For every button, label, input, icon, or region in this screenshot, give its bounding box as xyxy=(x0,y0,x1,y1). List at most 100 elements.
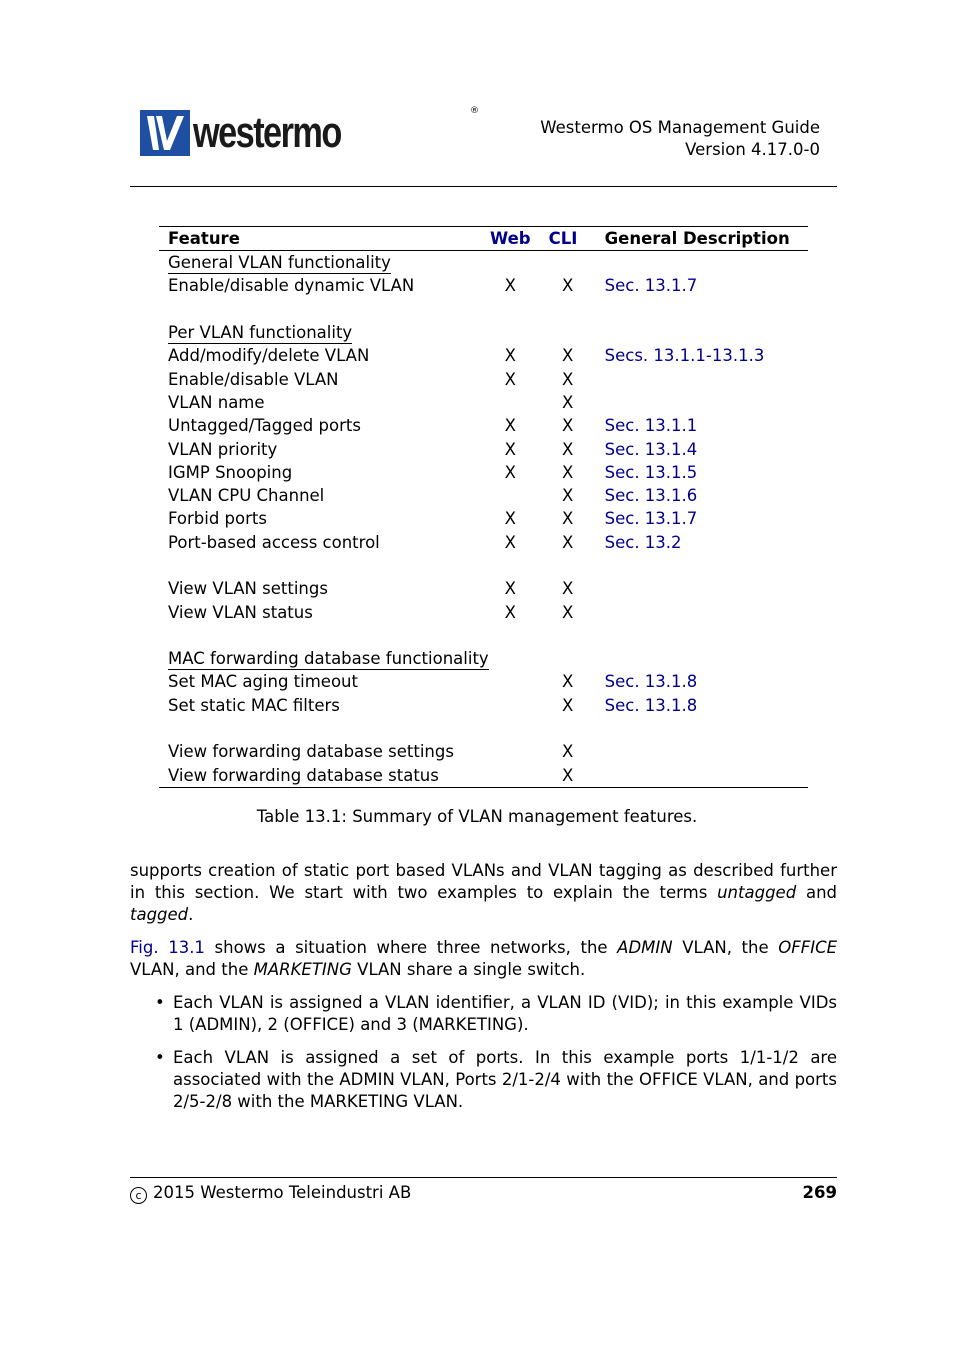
table-row: View forwarding database status X xyxy=(159,763,808,788)
table-header-row: Feature Web CLI General Description xyxy=(159,226,808,251)
cli-cell: X xyxy=(561,695,574,715)
spacer-cell xyxy=(159,624,808,647)
footer-rule xyxy=(130,1177,837,1178)
column-header-feature: Feature xyxy=(159,226,481,251)
footer-copyright: c 2015 Westermo Teleindustri AB xyxy=(130,1183,411,1204)
column-header-cli: CLI xyxy=(539,226,596,251)
description-link[interactable]: Sec. 13.1.7 xyxy=(596,507,808,530)
paragraph-intro: supports creation of static port based V… xyxy=(130,861,837,924)
table-body: General VLAN functionality Enable/disable… xyxy=(159,251,808,788)
cli-cell: X xyxy=(539,763,596,788)
description-link[interactable]: Sec. 13.1.8 xyxy=(596,694,808,717)
section-heading-text: MAC forwarding database functionality xyxy=(168,649,489,671)
westermo-logo: westermo ® xyxy=(140,106,479,156)
description-link[interactable]: Sec. 13.1.5 xyxy=(596,461,808,484)
feature-cell: Enable/disable dynamic VLAN xyxy=(168,276,415,296)
table-row: Set static MAC filters X Sec. 13.1.8 xyxy=(159,694,808,717)
web-cell: X xyxy=(504,602,516,622)
table-row: Set MAC aging timeout X Sec. 13.1.8 xyxy=(159,670,808,693)
description-link[interactable]: Sec. 13.1.1 xyxy=(596,414,808,437)
table-row: Forbid ports X X Sec. 13.1.7 xyxy=(159,507,808,530)
table-row: View VLAN settings X X xyxy=(159,577,808,600)
cli-cell: X xyxy=(561,532,574,552)
section-heading-text: Per VLAN functionality xyxy=(168,323,353,345)
column-header-description: General Description xyxy=(595,226,808,251)
table-row: IGMP Snooping X X Sec. 13.1.5 xyxy=(159,461,808,484)
web-cell: X xyxy=(504,462,516,482)
cli-cell: X xyxy=(561,742,574,762)
spacer-cell xyxy=(159,554,808,577)
cli-cell: X xyxy=(561,509,574,529)
cli-cell: X xyxy=(561,439,574,459)
description-link[interactable]: Sec. 13.2 xyxy=(596,531,808,554)
guide-title: Westermo OS Management Guide xyxy=(540,118,820,137)
guide-version: Version 4.17.0-0 xyxy=(685,140,820,159)
feature-cell: IGMP Snooping xyxy=(168,462,293,482)
description-link[interactable]: Sec. 13.1.7 xyxy=(596,274,808,297)
web-cell: X xyxy=(504,509,516,529)
body-text: supports creation of static port based V… xyxy=(130,860,837,1124)
table-spacer-row xyxy=(159,624,808,647)
table-row: Enable/disable VLAN X X xyxy=(159,367,808,390)
feature-cell: Set static MAC filters xyxy=(168,695,340,715)
web-cell: X xyxy=(504,346,516,366)
description-link[interactable]: Sec. 13.1.4 xyxy=(596,437,808,460)
table-row: Untagged/Tagged ports X X Sec. 13.1.1 xyxy=(159,414,808,437)
table-section-row: General VLAN functionality xyxy=(159,251,808,275)
logo-registered-mark: ® xyxy=(470,106,479,116)
cli-cell: X xyxy=(561,672,574,692)
feature-cell: View VLAN status xyxy=(168,602,313,622)
feature-cell: Untagged/Tagged ports xyxy=(168,416,361,436)
feature-cell: View forwarding database settings xyxy=(168,742,454,762)
web-cell xyxy=(481,763,540,788)
feature-cell: VLAN CPU Channel xyxy=(168,486,325,506)
spacer-cell xyxy=(159,717,808,740)
feature-cell: View forwarding database status xyxy=(159,763,481,788)
cli-cell: X xyxy=(561,392,574,412)
section-heading: MAC forwarding database functionality xyxy=(159,647,808,671)
figure-link[interactable]: Fig. 13.1 xyxy=(130,938,205,957)
description-link xyxy=(596,577,808,600)
table-caption: Table 13.1: Summary of VLAN management f… xyxy=(256,807,698,826)
cli-cell: X xyxy=(561,462,574,482)
web-cell xyxy=(481,484,540,507)
description-link[interactable]: Sec. 13.1.6 xyxy=(596,484,808,507)
web-cell xyxy=(481,670,540,693)
section-heading: Per VLAN functionality xyxy=(159,321,808,345)
web-cell: X xyxy=(504,369,516,389)
description-link xyxy=(596,391,808,414)
header-rule xyxy=(130,186,837,187)
copyright-text: 2015 Westermo Teleindustri AB xyxy=(153,1183,412,1202)
web-cell: X xyxy=(504,439,516,459)
section-heading-text: General VLAN functionality xyxy=(168,253,391,275)
table-section-row: MAC forwarding database functionality xyxy=(159,647,808,671)
table-row: VLAN name X xyxy=(159,391,808,414)
cli-cell: X xyxy=(561,486,574,506)
cli-cell: X xyxy=(561,346,574,366)
table-spacer-row xyxy=(159,298,808,321)
table-row: View VLAN status X X xyxy=(159,600,808,623)
description-link[interactable]: Secs. 13.1.1-13.1.3 xyxy=(596,344,808,367)
web-cell: X xyxy=(504,532,516,552)
description-link xyxy=(596,600,808,623)
feature-cell: VLAN name xyxy=(168,392,265,412)
document-header: Westermo OS Management Guide Version 4.1… xyxy=(540,117,820,161)
description-link[interactable]: Sec. 13.1.8 xyxy=(596,670,808,693)
table-section-row: Per VLAN functionality xyxy=(159,321,808,345)
web-cell xyxy=(481,740,540,763)
cli-cell: X xyxy=(561,602,574,622)
cli-cell: X xyxy=(561,369,574,389)
bullet-list: Each VLAN is assigned a VLAN identifier,… xyxy=(130,992,837,1113)
feature-cell: View VLAN settings xyxy=(168,579,328,599)
table-row: Port-based access control X X Sec. 13.2 xyxy=(159,531,808,554)
web-cell: X xyxy=(504,416,516,436)
web-cell xyxy=(481,694,540,717)
table-row: VLAN priority X X Sec. 13.1.4 xyxy=(159,437,808,460)
cli-cell: X xyxy=(561,579,574,599)
cli-cell: X xyxy=(561,276,574,296)
page-number: 269 xyxy=(802,1183,837,1202)
table-row: Enable/disable dynamic VLAN X X Sec. 13.1.7 xyxy=(159,274,808,297)
description-link xyxy=(595,763,808,788)
cli-cell: X xyxy=(561,416,574,436)
feature-cell: Enable/disable VLAN xyxy=(168,369,339,389)
